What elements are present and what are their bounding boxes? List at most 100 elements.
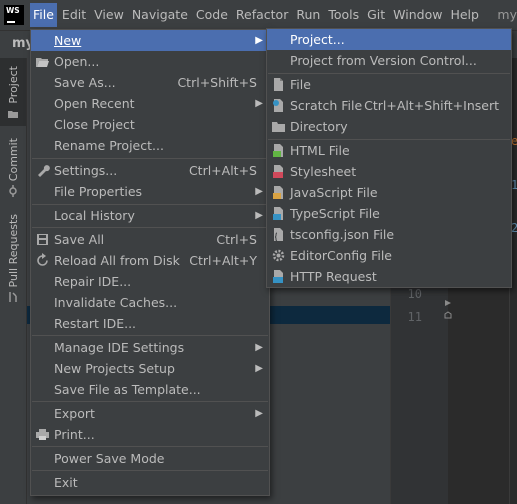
menu-separator [32,470,268,471]
new-menu-file[interactable]: File [267,74,511,95]
file-menu-file-properties[interactable]: File Properties ▶ [31,181,269,202]
file-menu-save-as[interactable]: Save As... Ctrl+Shift+S [31,72,269,93]
menu-run[interactable]: Run [293,3,323,27]
new-menu-directory-label: Directory [290,119,348,134]
file-menu-reload-all[interactable]: Reload All from Disk Ctrl+Alt+Y [31,250,269,271]
css-file-icon [273,165,283,178]
new-menu-project-from-vcs[interactable]: Project from Version Control... [267,50,511,71]
menu-view[interactable]: View [91,3,127,27]
file-menu-save-all-label: Save All [54,232,105,247]
settings-shortcut: Ctrl+Alt+S [188,163,257,178]
menu-bar: WS File Edit View Navigate Code Refactor… [0,0,517,30]
file-menu-open-recent-label: Open Recent [54,96,135,111]
new-menu-javascript-file[interactable]: JavaScript File [267,182,511,203]
json-file-icon [274,228,283,242]
new-menu-html-file-label: HTML File [290,143,350,158]
file-menu-settings[interactable]: Settings... Ctrl+Alt+S [31,160,269,181]
menu-tools[interactable]: Tools [325,3,362,27]
menu-edit[interactable]: Edit [59,3,89,27]
file-menu: New ▶ Open... Save As... Ctrl+Shift+S Op… [30,29,270,496]
tool-tab-pull-requests[interactable]: Pull Requests [0,214,26,304]
menu-separator [32,446,268,447]
line-number-10: 10 [407,287,422,301]
new-menu-typescript-file-label: TypeScript File [290,206,380,221]
file-menu-repair-ide-label: Repair IDE... [54,274,132,289]
new-menu-project-from-vcs-label: Project from Version Control... [290,53,477,68]
file-menu-invalidate-caches[interactable]: Invalidate Caches... [31,292,269,313]
printer-icon [36,429,49,440]
new-menu-stylesheet-label: Stylesheet [290,164,357,179]
file-menu-file-properties-label: File Properties [54,184,143,199]
file-menu-local-history[interactable]: Local History ▶ [31,205,269,226]
file-menu-save-all[interactable]: Save All Ctrl+S [31,229,269,250]
file-menu-restart-ide[interactable]: Restart IDE... [31,313,269,334]
file-menu-new-projects-setup[interactable]: New Projects Setup ▶ [31,358,269,379]
new-menu-http-request-label: HTTP Request [290,269,377,284]
menu-navigate[interactable]: Navigate [129,3,191,27]
file-menu-export[interactable]: Export ▶ [31,403,269,424]
new-menu-http-request[interactable]: HTTP Request [267,266,511,287]
new-menu-tsconfig-file[interactable]: tsconfig.json File [267,224,511,245]
file-menu-save-as-template[interactable]: Save File as Template... [31,379,269,400]
wrench-icon [38,165,50,177]
file-menu-manage-ide-settings-label: Manage IDE Settings [54,340,185,355]
folder-icon [272,122,285,132]
file-menu-restart-ide-label: Restart IDE... [54,316,137,331]
file-menu-new[interactable]: New ▶ [31,30,269,51]
file-menu-power-save-mode[interactable]: Power Save Mode [31,448,269,469]
new-menu-directory[interactable]: Directory [267,116,511,137]
tool-tab-commit[interactable]: Commit [0,138,26,200]
file-menu-export-label: Export [54,406,95,421]
open-folder-icon [36,58,49,67]
file-menu-open-recent[interactable]: Open Recent ▶ [31,93,269,114]
new-menu-stylesheet[interactable]: Stylesheet [267,161,511,182]
submenu-arrow-icon: ▶ [255,98,263,109]
file-menu-settings-label: Settings... [54,163,118,178]
file-menu-open-label: Open... [54,54,100,69]
new-submenu: Project... Project from Version Control.… [266,28,512,288]
file-menu-rename-project[interactable]: Rename Project... [31,135,269,156]
file-menu-close-project-label: Close Project [54,117,135,132]
menu-code[interactable]: Code [193,3,231,27]
submenu-arrow-icon: ▶ [255,210,263,221]
menu-help[interactable]: Help [447,3,482,27]
menu-git[interactable]: Git [364,3,388,27]
html-file-icon [273,144,283,157]
fold-end-icon[interactable] [444,311,452,319]
new-menu-file-label: File [290,77,311,92]
menu-refactor[interactable]: Refactor [233,3,291,27]
file-menu-print[interactable]: Print... [31,424,269,445]
file-menu-repair-ide[interactable]: Repair IDE... [31,271,269,292]
new-menu-project-label: Project... [290,32,345,47]
new-menu-editorconfig-file[interactable]: EditorConfig File [267,245,511,266]
file-menu-new-projects-setup-label: New Projects Setup [54,361,175,376]
scratch-file-icon [273,99,283,112]
new-menu-scratch-file[interactable]: Scratch File Ctrl+Alt+Shift+Insert [267,95,511,116]
submenu-arrow-icon: ▶ [255,363,263,374]
menu-separator [32,227,268,228]
pull-request-icon [9,292,17,303]
menu-file[interactable]: File [30,3,57,27]
refresh-icon [37,253,48,266]
file-menu-manage-ide-settings[interactable]: Manage IDE Settings ▶ [31,337,269,358]
new-menu-html-file[interactable]: HTML File [267,140,511,161]
gear-icon [272,249,285,262]
save-icon [37,234,48,245]
folder-icon [8,110,18,118]
file-menu-exit-label: Exit [54,475,78,490]
new-menu-typescript-file[interactable]: TypeScript File [267,203,511,224]
menu-window[interactable]: Window [390,3,445,27]
reload-shortcut: Ctrl+Alt+Y [189,253,257,268]
file-menu-save-as-template-label: Save File as Template... [54,382,201,397]
file-menu-close-project[interactable]: Close Project [31,114,269,135]
menu-separator [32,401,268,402]
fold-arrow-icon[interactable] [444,299,452,307]
new-menu-project[interactable]: Project... [267,29,511,50]
file-menu-open[interactable]: Open... [31,51,269,72]
file-menu-exit[interactable]: Exit [31,472,269,493]
new-menu-javascript-file-label: JavaScript File [290,185,378,200]
webstorm-logo-icon[interactable]: WS [4,5,24,25]
save-as-shortcut: Ctrl+Shift+S [177,75,257,90]
tool-tab-project[interactable]: Project [0,58,26,126]
window-project-title: my [497,7,517,22]
